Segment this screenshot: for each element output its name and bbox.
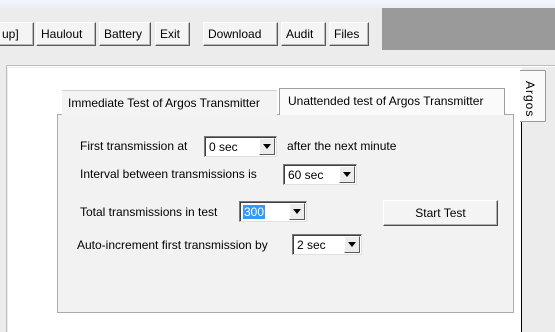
tab-page-edge	[521, 117, 522, 332]
start-test-button[interactable]: Start Test	[383, 200, 498, 226]
toolbar-button-area: up] Haulout Battery Exit Download Audit …	[0, 8, 382, 50]
tab-unattended-test[interactable]: Unattended test of Argos Transmitter	[279, 88, 505, 115]
toolbar-button-setup[interactable]: up]	[0, 22, 34, 46]
first-transmission-select[interactable]: 0 sec	[204, 136, 277, 157]
interval-select[interactable]: 60 sec	[283, 164, 357, 185]
tab-argos[interactable]: Argos	[520, 70, 546, 122]
divider-highlight	[6, 66, 555, 67]
total-transmissions-select[interactable]: 300	[239, 201, 307, 222]
interval-value: 60 sec	[288, 168, 324, 182]
auto-increment-select[interactable]: 2 sec	[292, 234, 362, 255]
tab-immediate-test[interactable]: Immediate Test of Argos Transmitter	[62, 90, 277, 115]
chevron-down-icon	[293, 209, 301, 214]
dropdown-button[interactable]	[344, 236, 360, 253]
panel-border	[505, 114, 514, 115]
first-transmission-label: First transmission at	[80, 139, 188, 153]
toolbar-button-files[interactable]: Files	[329, 22, 369, 46]
toolbar: up] Haulout Battery Exit Download Audit …	[0, 8, 555, 50]
first-transmission-suffix: after the next minute	[287, 139, 397, 153]
interval-label: Interval between transmissions is	[80, 167, 257, 181]
toolbar-button-audit[interactable]: Audit	[281, 22, 326, 46]
toolbar-button-haulout[interactable]: Haulout	[36, 22, 96, 46]
toolbar-button-download[interactable]: Download	[203, 22, 278, 46]
chevron-down-icon	[348, 242, 356, 247]
first-transmission-value: 0 sec	[209, 140, 238, 154]
divider-left	[6, 65, 7, 332]
dropdown-button[interactable]	[289, 203, 305, 220]
total-transmissions-label: Total transmissions in test	[80, 205, 218, 219]
chevron-down-icon	[263, 144, 271, 149]
auto-increment-label: Auto-increment first transmission by	[77, 238, 268, 252]
dropdown-button[interactable]	[339, 166, 355, 183]
toolbar-button-exit[interactable]: Exit	[155, 22, 190, 46]
window-top-strip	[0, 0, 555, 8]
tab-argos-label: Argos	[523, 81, 537, 118]
total-transmissions-value: 300	[243, 205, 266, 219]
chevron-down-icon	[343, 172, 351, 177]
toolbar-button-battery[interactable]: Battery	[99, 22, 151, 46]
dropdown-button[interactable]	[259, 138, 275, 155]
auto-increment-value: 2 sec	[297, 238, 326, 252]
